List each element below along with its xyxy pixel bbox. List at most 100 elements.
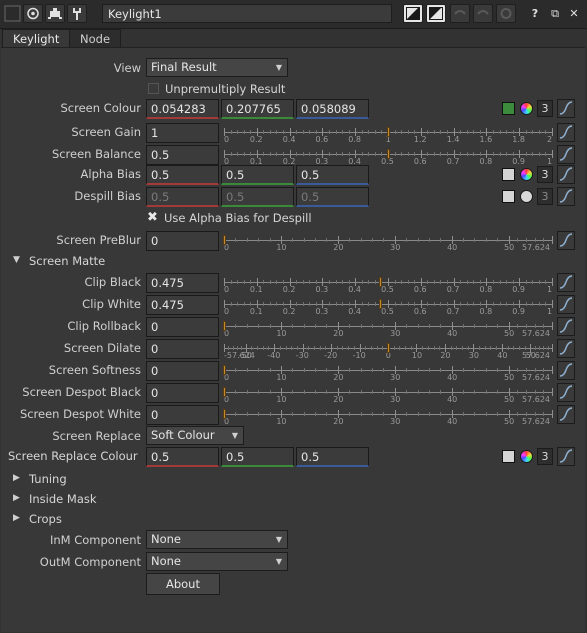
animation-curve-icon[interactable]	[557, 339, 575, 358]
unpremultiply-checkbox[interactable]	[148, 83, 159, 94]
slider-minor-tick	[243, 302, 245, 306]
slider-tick-label: 0.2	[249, 135, 263, 144]
screen-colour-swatch[interactable]	[502, 102, 515, 115]
screen-matte-group-label[interactable]: Screen Matte	[29, 254, 105, 268]
alpha-bias-r-field[interactable]: 0.5	[146, 165, 219, 185]
screen-balance-slider[interactable]: 0 0.1 0.2 0.3 0.4 0.5 0.6 0.7 0.8 0.9 1	[224, 145, 553, 166]
screen-colour-b-field[interactable]: 0.058089	[296, 99, 369, 119]
clip-rollback-slider[interactable]: 0 10 20 30 40 50 57.624	[223, 317, 553, 338]
collapse-triangle-icon[interactable]: ▼	[13, 255, 20, 265]
screen-balance-input[interactable]: 0.5	[146, 145, 219, 165]
tab-node[interactable]: Node	[69, 29, 122, 48]
screen-colour-g-field[interactable]: 0.207765	[221, 99, 294, 119]
alpha-bias-g-field[interactable]: 0.5	[221, 165, 294, 185]
slider-handle[interactable]	[223, 409, 226, 419]
animation-curve-icon[interactable]	[557, 383, 575, 402]
clip-white-input[interactable]: 0.475	[146, 295, 219, 315]
screen-replace-colour-b-field[interactable]: 0.5	[296, 447, 369, 467]
screen-replace-colour-r-field[interactable]: 0.5	[146, 447, 219, 467]
expand-triangle-icon[interactable]: ▶	[13, 493, 20, 503]
animation-curve-icon[interactable]	[557, 187, 575, 206]
screen-despot-black-input[interactable]: 0	[146, 383, 219, 403]
animation-curve-icon[interactable]	[557, 231, 575, 250]
view-dropdown[interactable]: Final Result ▼	[146, 58, 288, 77]
colour-wheel-icon[interactable]	[520, 102, 533, 115]
screen-preblur-slider[interactable]: 0 10 20 30 40 50 57.624	[223, 231, 553, 252]
disable-icon[interactable]	[3, 4, 23, 23]
animation-curve-icon[interactable]	[557, 317, 575, 336]
colour-wheel-icon[interactable]	[520, 190, 533, 203]
node-name-input[interactable]: Keylight1	[102, 4, 392, 23]
slider-handle[interactable]	[223, 321, 226, 331]
animation-curve-icon[interactable]	[557, 447, 575, 466]
input-colour-icon[interactable]	[403, 4, 423, 23]
screen-replace-dropdown[interactable]: Soft Colour ▼	[146, 426, 244, 445]
use-alpha-bias-checkbox[interactable]: ✖	[147, 211, 158, 224]
output-colour-icon[interactable]	[426, 4, 446, 23]
screen-dilate-slider[interactable]: -57.624 -50 -40 -30 -20 -10 0 10 20 30 40 50 57.624	[224, 339, 553, 360]
slider-handle[interactable]	[223, 387, 226, 397]
screen-dilate-input[interactable]: 0	[146, 339, 219, 359]
redo-icon[interactable]	[473, 4, 493, 23]
revert-icon[interactable]	[496, 4, 516, 23]
inm-component-dropdown[interactable]: None ▼	[146, 530, 288, 549]
expand-triangle-icon[interactable]: ▶	[13, 473, 20, 483]
animation-curve-icon[interactable]	[557, 361, 575, 380]
screen-softness-input[interactable]: 0	[146, 361, 219, 381]
animation-curve-icon[interactable]	[557, 145, 575, 164]
animation-curve-icon[interactable]	[557, 165, 575, 184]
screen-replace-colour-g-field[interactable]: 0.5	[221, 447, 294, 467]
about-button[interactable]: About	[146, 573, 220, 595]
slider-handle[interactable]	[223, 365, 226, 375]
animation-curve-icon[interactable]	[557, 99, 575, 118]
channel-count-toggle[interactable]: 3	[537, 448, 553, 465]
despill-bias-g-field[interactable]: 0.5	[221, 187, 294, 207]
node-graph-icon[interactable]	[45, 4, 65, 23]
crops-group-label[interactable]: Crops	[29, 512, 62, 526]
colour-wheel-icon[interactable]	[520, 450, 533, 463]
tab-keylight[interactable]: Keylight	[2, 29, 71, 48]
screen-replace-colour-swatch[interactable]	[502, 450, 515, 463]
outm-component-dropdown[interactable]: None ▼	[146, 552, 288, 571]
despill-bias-b-field[interactable]: 0.5	[296, 187, 369, 207]
slider-handle[interactable]	[387, 149, 390, 159]
close-icon[interactable]: ✕	[564, 4, 584, 23]
slider-handle[interactable]	[387, 127, 390, 137]
channel-count-toggle[interactable]: 3	[537, 166, 553, 183]
channel-count-toggle[interactable]: 3	[537, 188, 553, 205]
screen-colour-r-field[interactable]: 0.054283	[146, 99, 219, 119]
slider-handle[interactable]	[378, 299, 382, 309]
slider-handle[interactable]	[223, 235, 226, 245]
clip-white-slider[interactable]: 0 0.1 0.2 0.3 0.4 0.5 0.6 0.7 0.8 0.9 1	[224, 295, 553, 316]
inside-mask-group-label[interactable]: Inside Mask	[29, 492, 97, 506]
screen-gain-input[interactable]: 1	[146, 123, 219, 143]
clip-black-slider[interactable]: 0 0.1 0.2 0.3 0.4 0.5 0.6 0.7 0.8 0.9 1	[224, 273, 553, 294]
screen-softness-slider[interactable]: 0 10 20 30 40 50 57.624	[223, 361, 553, 382]
screen-gain-slider[interactable]: 0 0.2 0.4 0.6 0.8 1 1.2 1.4 1.6 1.8 2	[224, 123, 553, 144]
help-icon[interactable]: ?	[525, 4, 545, 23]
despill-bias-r-field[interactable]: 0.5	[146, 187, 219, 207]
expand-triangle-icon[interactable]: ▶	[13, 513, 20, 523]
animation-curve-icon[interactable]	[557, 123, 575, 142]
animation-curve-icon[interactable]	[557, 295, 575, 314]
animation-curve-icon[interactable]	[557, 405, 575, 424]
slider-handle[interactable]	[387, 343, 390, 353]
channel-count-toggle[interactable]: 3	[537, 100, 553, 117]
screen-despot-black-slider[interactable]: 0 10 20 30 40 50 57.624	[223, 383, 553, 404]
clip-black-input[interactable]: 0.475	[146, 273, 219, 293]
node-toggle-icon[interactable]	[23, 4, 43, 23]
undo-icon[interactable]	[450, 4, 470, 23]
animation-curve-icon[interactable]	[557, 273, 575, 292]
despill-bias-swatch[interactable]	[502, 190, 515, 203]
colour-wheel-icon[interactable]	[520, 168, 533, 181]
slider-handle[interactable]	[378, 277, 382, 287]
wrench-icon[interactable]	[67, 4, 87, 23]
screen-preblur-input[interactable]: 0	[146, 231, 219, 251]
tuning-group-label[interactable]: Tuning	[29, 472, 67, 486]
alpha-bias-swatch[interactable]	[502, 168, 515, 181]
alpha-bias-b-field[interactable]: 0.5	[296, 165, 369, 185]
screen-despot-white-input[interactable]: 0	[146, 405, 219, 425]
screen-despot-white-slider[interactable]: 0 10 20 30 40 50 57.624	[223, 405, 553, 426]
float-icon[interactable]: ⧉	[545, 4, 565, 23]
clip-rollback-input[interactable]: 0	[146, 317, 219, 337]
